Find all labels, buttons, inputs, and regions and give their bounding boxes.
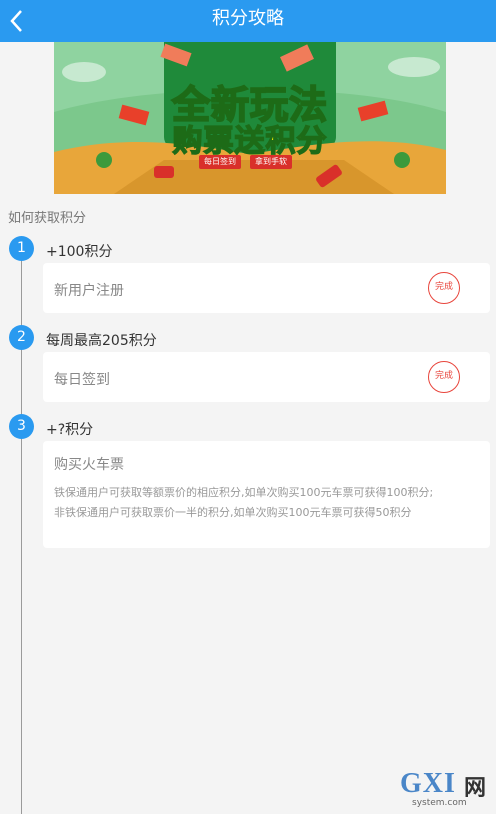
description-line-1: 铁保通用户可获取等额票价的相应积分,如单次购买100元车票可获得100积分; [54, 486, 434, 499]
description-line-2: 非铁保通用户可获取票价一半的积分,如单次购买100元车票可获得50积分 [54, 506, 412, 519]
promo-banner[interactable]: 全新玩法 购票送积分 每日签到 拿到手软 [54, 42, 446, 194]
step-title-1: +100积分 [46, 244, 113, 260]
step-title-2: 每周最高205积分 [46, 333, 157, 349]
completed-badge: 完成 [428, 361, 460, 393]
step-title-3: +?积分 [46, 422, 94, 438]
completed-badge: 完成 [428, 272, 460, 304]
step-number-1: 1 [9, 236, 34, 261]
watermark-logo: GXI 网 system.com [398, 768, 494, 812]
section-heading: 如何获取积分 [8, 211, 87, 226]
top-bar: 积分攻略 [0, 0, 496, 42]
step-number-3: 3 [9, 414, 34, 439]
watermark-domain: system.com [412, 798, 467, 808]
banner-subheadline: 购票送积分 [172, 123, 328, 160]
task-card-register[interactable]: 新用户注册 完成 [43, 263, 490, 313]
banner-tag-reward: 拿到手软 [250, 155, 292, 169]
watermark-cn: 网 [464, 776, 487, 801]
task-label: 购买火车票 [54, 457, 124, 473]
banner-tag-checkin: 每日签到 [199, 155, 241, 169]
page-title: 积分攻略 [212, 8, 284, 29]
step-number-2: 2 [9, 325, 34, 350]
task-description: 铁保通用户可获取等额票价的相应积分,如单次购买100元车票可获得100积分; 非… [54, 483, 486, 523]
task-label: 新用户注册 [54, 283, 124, 299]
task-card-buy-ticket[interactable]: 购买火车票 铁保通用户可获取等额票价的相应积分,如单次购买100元车票可获得10… [43, 441, 490, 548]
watermark-brand: GXI [400, 768, 456, 799]
task-card-checkin[interactable]: 每日签到 完成 [43, 352, 490, 402]
task-label: 每日签到 [54, 372, 110, 388]
